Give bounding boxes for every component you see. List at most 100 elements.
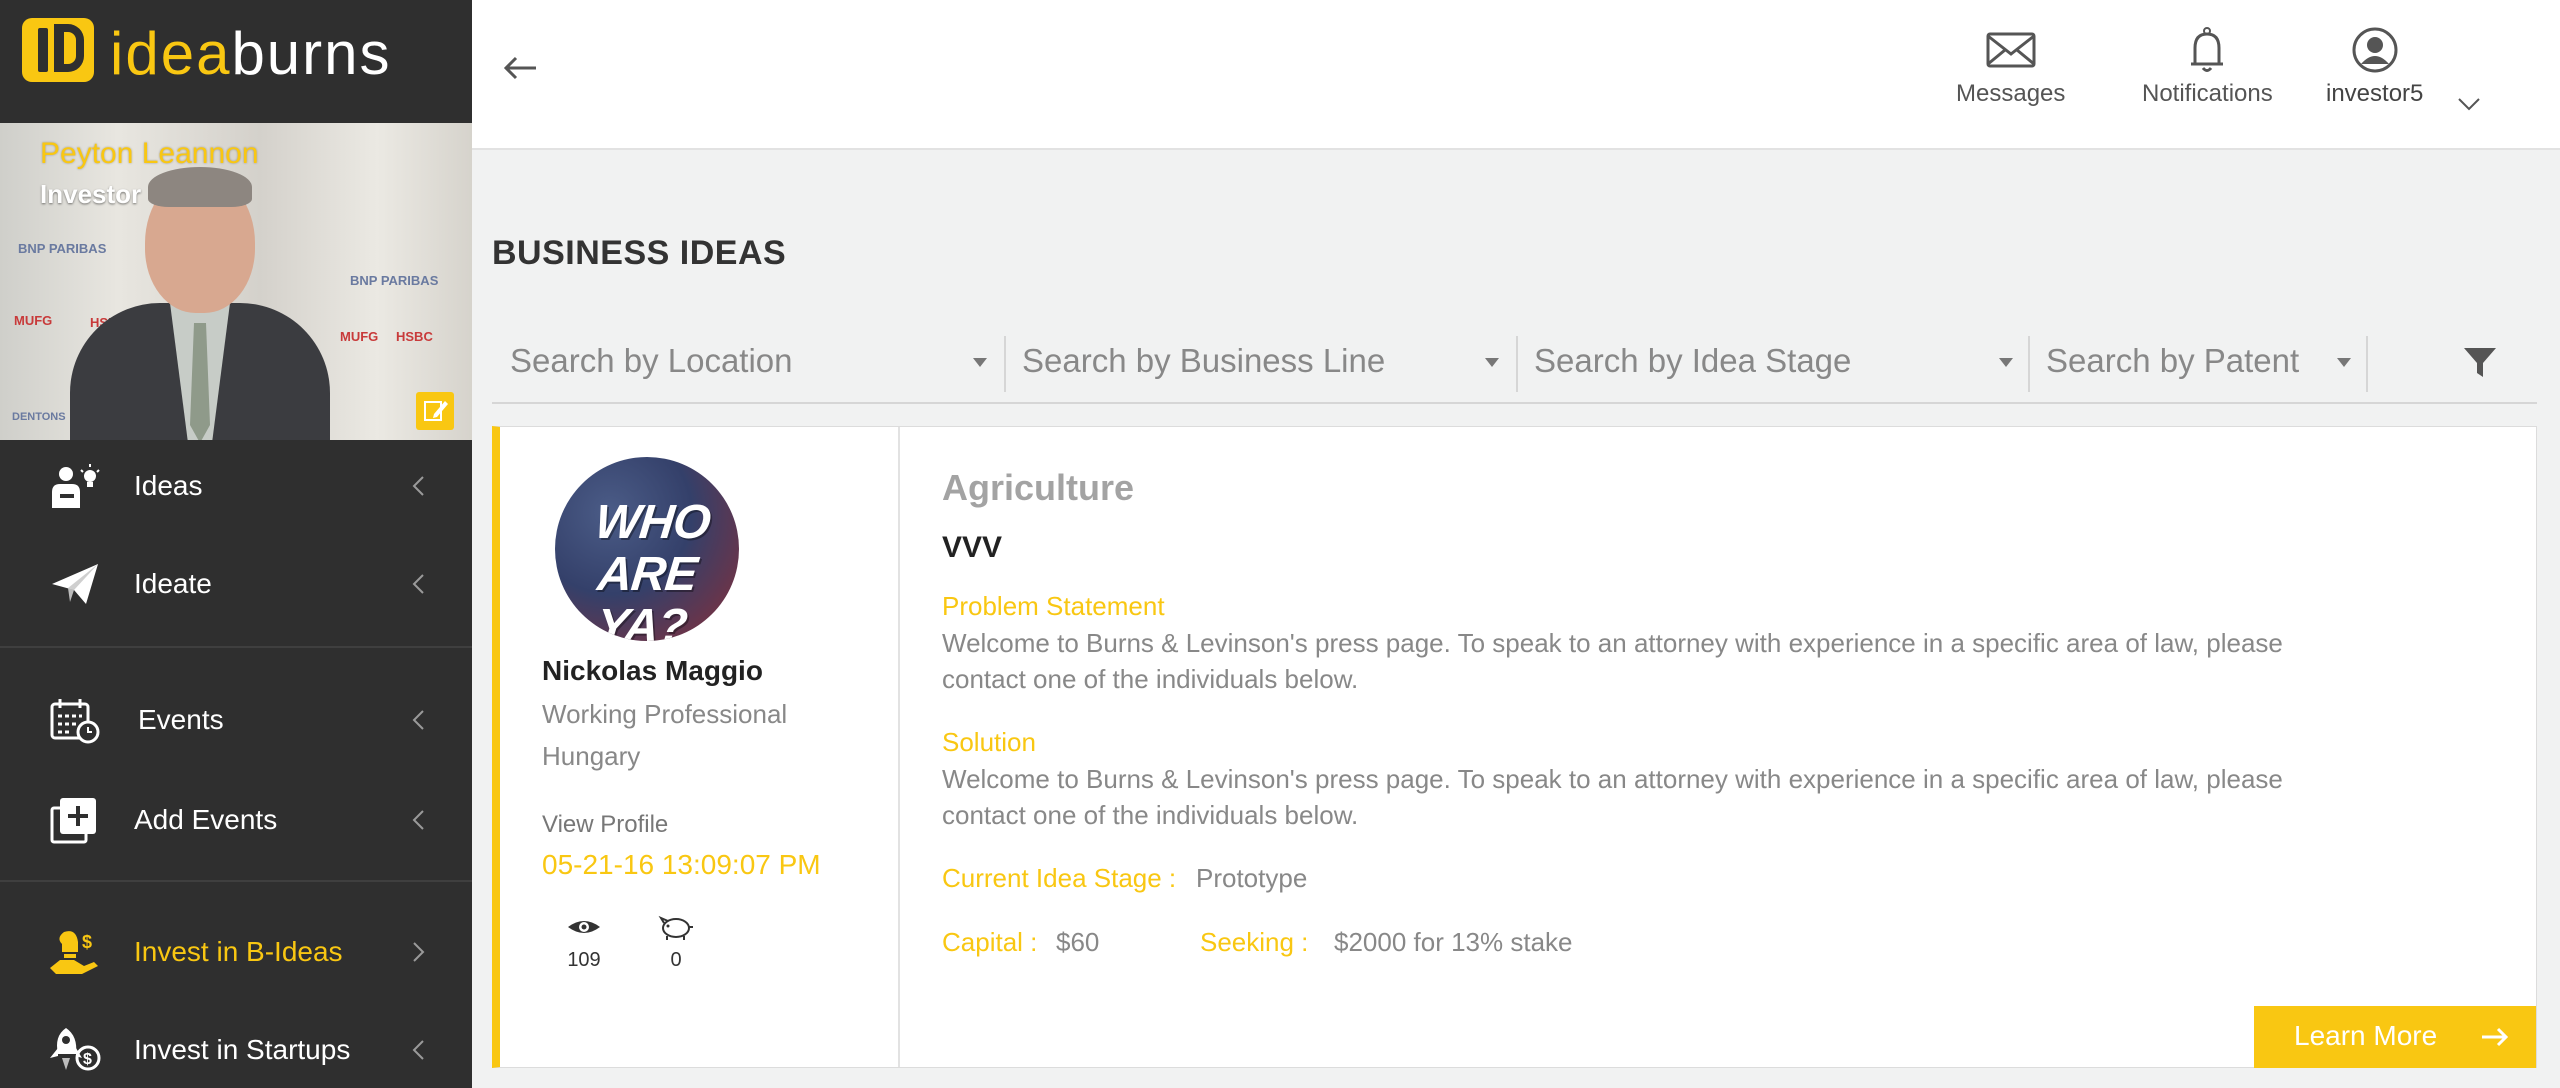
- seeking-label: Seeking :: [1200, 927, 1309, 957]
- investments-stat: 0: [646, 913, 706, 972]
- messages-label: Messages: [1956, 80, 2066, 107]
- sidebar-item-events[interactable]: Events: [0, 674, 472, 764]
- chevron-down-icon[interactable]: [2456, 94, 2482, 114]
- sponsor-logo: DENTONS: [12, 411, 66, 423]
- filter-funnel-icon[interactable]: [2460, 342, 2500, 382]
- idea-stage-label: Current Idea Stage :: [942, 863, 1177, 893]
- logo-text-idea: idea: [110, 20, 232, 87]
- hand-bulb-dollar-icon: $: [48, 928, 102, 976]
- chevron-left-icon: [408, 474, 428, 498]
- caret-down-icon: [1482, 352, 1502, 372]
- caret-down-icon: [970, 352, 990, 372]
- view-profile-link[interactable]: View Profile: [542, 811, 668, 839]
- caret-down-icon: [1996, 352, 2016, 372]
- idea-category: Agriculture: [942, 467, 1135, 508]
- capital-label: Capital :: [942, 927, 1038, 957]
- user-menu-button[interactable]: investor5: [2326, 26, 2423, 108]
- sponsor-logo: MUFG: [14, 313, 53, 328]
- caret-down-icon: [2334, 352, 2354, 372]
- location-filter-select[interactable]: Search by Location: [492, 322, 1002, 404]
- learn-more-label: Learn More: [2294, 1020, 2438, 1051]
- idea-stage-filter-select[interactable]: Search by Idea Stage: [1516, 322, 2026, 404]
- logo-wordmark: ideaburns: [110, 22, 392, 86]
- filter-divider: [2366, 336, 2368, 392]
- calendar-clock-icon: [48, 696, 102, 744]
- sponsor-logo: BNP PARIBAS: [350, 273, 439, 288]
- solution-text: Welcome to Burns & Levinson's press page…: [942, 764, 2283, 830]
- chevron-left-icon: [408, 708, 428, 732]
- filter-bar: Search by Location Search by Business Li…: [492, 322, 2537, 404]
- sidebar-item-label: Ideas: [134, 470, 203, 501]
- sidebar-item-ideas[interactable]: Ideas: [0, 440, 472, 530]
- notifications-button[interactable]: Notifications: [2142, 26, 2273, 108]
- sidebar: ideaburns BNP PARIBAS MUFG HSBC BNP PARI…: [0, 0, 472, 1088]
- filter-label: Search by Patent: [2046, 342, 2300, 379]
- chevron-right-icon: [408, 940, 428, 964]
- nav-divider: [0, 646, 472, 648]
- paper-plane-icon: [48, 560, 102, 608]
- logo[interactable]: ideaburns: [0, 0, 472, 123]
- investments-count: 0: [670, 949, 682, 971]
- rocket-dollar-icon: $: [48, 1026, 102, 1074]
- capital-value: $60: [1056, 927, 1100, 957]
- idea-card: WHO ARE YA? Nickolas Maggio Working Prof…: [492, 426, 2537, 1068]
- messages-button[interactable]: Messages: [1956, 26, 2065, 108]
- views-count: 109: [567, 949, 601, 971]
- idea-poster-panel: WHO ARE YA? Nickolas Maggio Working Prof…: [500, 427, 900, 1067]
- seeking-value: $2000 for 13% stake: [1334, 927, 1573, 957]
- back-arrow-icon[interactable]: [500, 52, 540, 84]
- profile-role: Investor: [40, 179, 142, 209]
- poster-occupation: Working Professional: [542, 699, 788, 729]
- logo-text-burns: burns: [231, 20, 392, 87]
- ideas-person-bulb-icon: [48, 462, 102, 510]
- svg-text:$: $: [83, 1051, 92, 1068]
- learn-more-button[interactable]: Learn More: [2254, 1006, 2536, 1068]
- problem-statement-label: Problem Statement: [942, 591, 1165, 621]
- edit-icon: [424, 401, 448, 421]
- sidebar-item-label: Events: [138, 704, 224, 735]
- username-label: investor5: [2326, 80, 2424, 107]
- sidebar-item-label: Ideate: [134, 568, 212, 599]
- post-date: 05-21-16 13:09:07 PM: [542, 849, 821, 880]
- poster-country: Hungary: [542, 741, 641, 771]
- avatar-text: WHO ARE YA?: [592, 496, 713, 641]
- arrow-right-icon: [2480, 1026, 2510, 1048]
- eye-icon: [564, 913, 604, 941]
- add-box-icon: [48, 796, 102, 844]
- chevron-left-icon: [408, 1038, 428, 1062]
- svg-text:$: $: [82, 932, 92, 952]
- sidebar-item-label: Invest in B-Ideas: [134, 936, 343, 967]
- views-stat: 109: [554, 913, 614, 972]
- sidebar-item-ideate[interactable]: Ideate: [0, 538, 472, 628]
- poster-avatar[interactable]: WHO ARE YA?: [555, 457, 739, 641]
- sponsor-logo: MUFG: [340, 329, 379, 344]
- sidebar-item-label: Invest in Startups: [134, 1034, 351, 1065]
- business-line-filter-select[interactable]: Search by Business Line: [1004, 322, 1514, 404]
- logo-badge-icon: [22, 18, 94, 82]
- idea-details-panel: Agriculture VVV Problem Statement Welcom…: [900, 427, 2537, 1067]
- idea-title: VVV: [942, 531, 1003, 564]
- nav-divider: [0, 880, 472, 882]
- solution-label: Solution: [942, 727, 1036, 757]
- patent-filter-select[interactable]: Search by Patent: [2028, 322, 2358, 404]
- sidebar-item-invest-b-ideas[interactable]: $ Invest in B-Ideas: [0, 906, 472, 996]
- sidebar-item-add-events[interactable]: Add Events: [0, 774, 472, 864]
- filter-label: Search by Idea Stage: [1534, 342, 1852, 379]
- piggy-bank-icon: [656, 913, 696, 941]
- page-title: BUSINESS IDEAS: [492, 234, 787, 272]
- problem-statement-text: Welcome to Burns & Levinson's press page…: [942, 628, 2283, 694]
- edit-profile-button[interactable]: [416, 392, 454, 430]
- envelope-icon: [1983, 26, 2039, 74]
- chevron-left-icon: [408, 808, 428, 832]
- sidebar-item-label: Add Events: [134, 804, 278, 835]
- filter-label: Search by Business Line: [1022, 342, 1386, 379]
- idea-stage-value: Prototype: [1196, 863, 1308, 893]
- filter-label: Search by Location: [510, 342, 793, 379]
- profile-photo: BNP PARIBAS MUFG HSBC BNP PARIBAS MUFG H…: [0, 123, 472, 440]
- user-avatar-icon: [2347, 26, 2403, 74]
- sidebar-item-invest-startups[interactable]: $ Invest in Startups: [0, 1004, 472, 1088]
- notifications-label: Notifications: [2142, 80, 2273, 107]
- top-header: Messages Notifications investor5: [472, 0, 2560, 150]
- chevron-left-icon: [408, 572, 428, 596]
- bell-icon: [2179, 26, 2235, 74]
